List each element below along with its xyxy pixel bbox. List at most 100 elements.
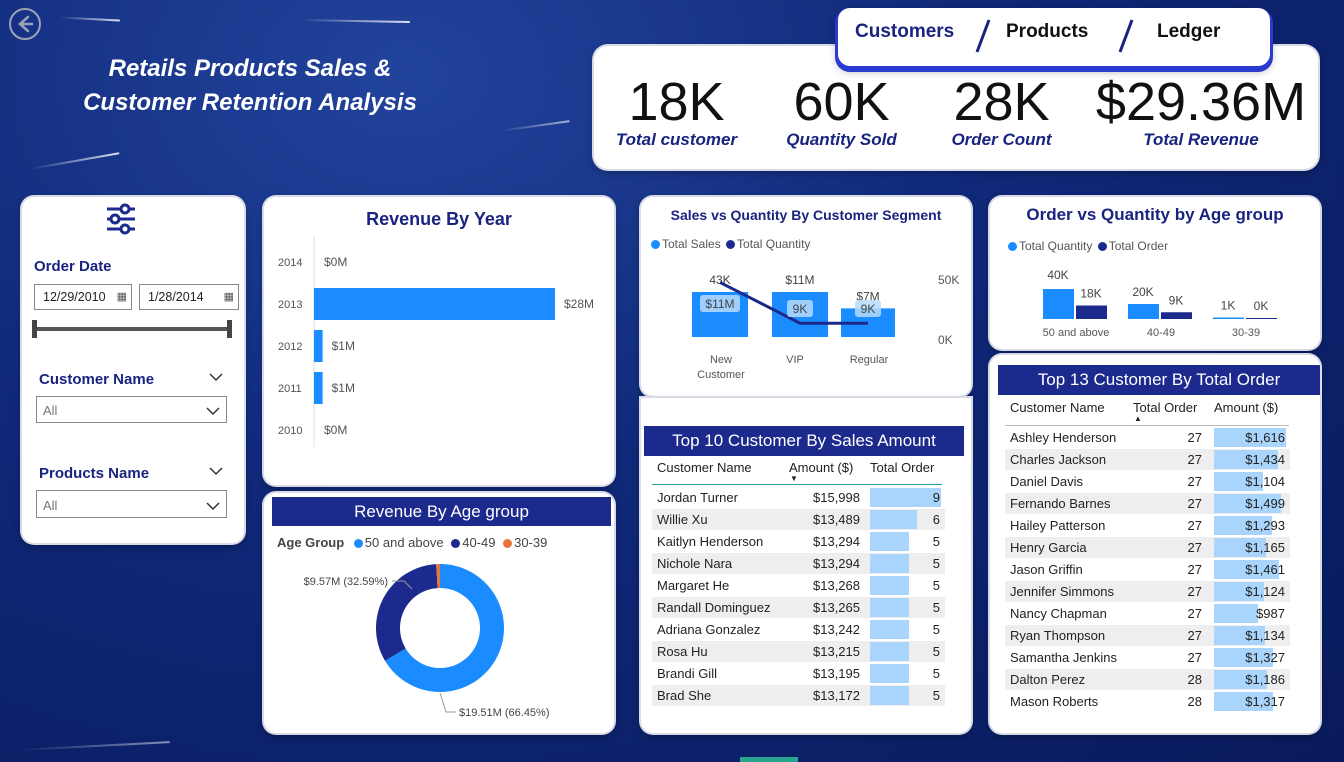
x-tick-label: 50 and above — [1043, 327, 1110, 339]
chart-legend: Total Quantity Total Order — [1008, 239, 1168, 253]
cell-total-order: 27 — [1187, 474, 1202, 489]
calendar-icon[interactable]: ▦ — [224, 290, 234, 303]
table-row[interactable]: Randall Dominguez $13,265 5 — [652, 597, 945, 618]
x-tick-label: New — [710, 354, 732, 366]
date-range-slider[interactable] — [32, 320, 232, 338]
cell-amount: $13,195 — [813, 666, 860, 681]
cell-customer-name: Hailey Patterson — [1010, 518, 1106, 533]
chevron-down-icon[interactable] — [209, 372, 223, 382]
cell-total-order: 5 — [932, 688, 940, 703]
table-row[interactable]: Fernando Barnes 27 $1,499 — [1005, 493, 1290, 514]
table-row[interactable]: Jason Griffin 27 $1,461 — [1005, 559, 1290, 580]
customer-name-dropdown[interactable]: All — [36, 396, 227, 423]
slider-handle-end[interactable] — [227, 320, 232, 338]
back-button[interactable] — [9, 8, 41, 40]
table-row[interactable]: Dalton Perez 28 $1,186 — [1005, 669, 1290, 690]
sales-vs-quantity-chart: 43K $11M$7M$11M 9K 9K50K0KNewCustomerVIP Reg… — [692, 273, 959, 381]
kpi-value: 18K — [628, 72, 725, 132]
table-row[interactable]: Jordan Turner $15,998 9 — [652, 487, 945, 508]
products-name-dropdown[interactable]: All — [36, 490, 227, 518]
top10-card: Top 10 Customer By Sales Amount Customer… — [641, 398, 971, 733]
legend-item: 30-39 — [503, 535, 547, 550]
table-row[interactable]: Brad She $13,172 5 — [652, 685, 945, 706]
cell-total-order: 27 — [1187, 584, 1202, 599]
table-row[interactable]: Hailey Patterson 27 $1,293 — [1005, 515, 1290, 536]
table-row[interactable]: Willie Xu $13,489 6 — [652, 509, 945, 530]
table-row[interactable]: Adriana Gonzalez $13,242 5 — [652, 619, 945, 640]
data-label: 9K — [1169, 293, 1184, 307]
chart-legend: Total Sales Total Quantity — [651, 237, 810, 251]
kpi-quantity-sold: 60K Quantity Sold — [759, 74, 924, 150]
chart-title: Order vs Quantity by Age group — [1026, 205, 1284, 224]
table-row[interactable]: Nancy Chapman 27 $987 — [1005, 603, 1290, 624]
order-vs-quantity-card: Order vs Quantity by Age group Total Qua… — [990, 197, 1320, 349]
bar — [1161, 312, 1192, 319]
y-tick-label: 2011 — [278, 383, 302, 395]
end-date-input[interactable]: 1/28/2014 ▦ — [139, 284, 239, 310]
kpi-label: Order Count — [951, 130, 1052, 149]
nav-tabs: Customers Products Ledger — [838, 8, 1270, 66]
x-tick-label: 30-39 — [1232, 327, 1260, 339]
cell-amount: $1,434 — [1245, 452, 1285, 467]
divider-slash-icon — [1118, 19, 1134, 53]
table-row[interactable]: Mason Roberts 28 $1,317 — [1005, 691, 1290, 712]
chart-legend: Age Group 50 and above 40-49 30-39 — [277, 535, 547, 550]
table-row[interactable]: Nichole Nara $13,294 5 — [652, 553, 945, 574]
tab-ledger[interactable]: Ledger — [1157, 21, 1220, 43]
table-row[interactable]: Jennifer Simmons 27 $1,124 — [1005, 581, 1290, 602]
sort-desc-icon[interactable]: ▼ — [790, 474, 798, 483]
table-header-name[interactable]: Customer Name — [657, 460, 752, 475]
table-row[interactable]: Charles Jackson 27 $1,434 — [1005, 449, 1290, 470]
y-tick-label: 2012 — [278, 341, 302, 353]
table-row[interactable]: Daniel Davis 27 $1,104 — [1005, 471, 1290, 492]
cell-total-order: 5 — [932, 666, 940, 681]
cell-customer-name: Henry Garcia — [1010, 540, 1087, 555]
table-row[interactable]: Ryan Thompson 27 $1,134 — [1005, 625, 1290, 646]
leader-line — [439, 692, 456, 713]
data-bar — [870, 642, 910, 661]
chevron-down-icon[interactable] — [209, 466, 223, 476]
data-label: $28M — [564, 297, 594, 311]
top13-card: Top 13 Customer By Total Order Customer … — [990, 355, 1320, 733]
table-row[interactable]: Kaitlyn Henderson $13,294 5 — [652, 531, 945, 552]
cell-total-order: 5 — [932, 622, 940, 637]
cell-amount: $13,265 — [813, 600, 860, 615]
table-header-name[interactable]: Customer Name — [1010, 400, 1105, 415]
chevron-down-icon — [206, 407, 220, 416]
data-bar — [870, 532, 910, 551]
table-row[interactable]: Ashley Henderson 27 $1,616 — [1005, 427, 1290, 448]
cell-amount: $1,134 — [1245, 628, 1285, 643]
table-row[interactable]: Henry Garcia 27 $1,165 — [1005, 537, 1290, 558]
cell-customer-name: Dalton Perez — [1010, 672, 1086, 687]
table-row[interactable]: Margaret He $13,268 5 — [652, 575, 945, 596]
cell-total-order: 27 — [1187, 452, 1202, 467]
slider-handle-start[interactable] — [32, 320, 37, 338]
table-header-orders[interactable]: Total Order — [870, 460, 934, 475]
kpi-value: 28K — [953, 72, 1050, 132]
table-header-amount[interactable]: Amount ($) — [789, 460, 853, 475]
bar — [1076, 305, 1107, 319]
tab-customers[interactable]: Customers — [855, 21, 954, 43]
table-row[interactable]: Samantha Jenkins 27 $1,327 — [1005, 647, 1290, 668]
data-label: $9.57M (32.59%) — [304, 576, 388, 588]
tab-products[interactable]: Products — [1006, 21, 1088, 43]
cell-customer-name: Willie Xu — [657, 512, 708, 527]
table-header-orders[interactable]: Total Order — [1133, 400, 1197, 415]
kpi-value: 60K — [793, 72, 890, 132]
cell-customer-name: Charles Jackson — [1010, 452, 1107, 467]
table-header-amount[interactable]: Amount ($) — [1214, 400, 1278, 415]
table-row[interactable]: Rosa Hu $13,215 5 — [652, 641, 945, 662]
cell-amount: $1,317 — [1245, 694, 1285, 709]
bar — [1246, 318, 1277, 319]
start-date-input[interactable]: 12/29/2010 ▦ — [34, 284, 132, 310]
cell-total-order: 28 — [1187, 672, 1202, 687]
table-row[interactable]: Brandi Gill $13,195 5 — [652, 663, 945, 684]
kpi-total-customer: 18K Total customer — [594, 74, 759, 150]
calendar-icon[interactable]: ▦ — [117, 290, 127, 303]
bar — [1043, 289, 1074, 319]
data-bar — [870, 554, 910, 573]
sort-asc-icon[interactable]: ▲ — [1134, 414, 1142, 423]
legend-title: Age Group — [277, 535, 345, 550]
data-label: 9K — [861, 302, 876, 316]
kpi-label: Quantity Sold — [786, 130, 897, 149]
